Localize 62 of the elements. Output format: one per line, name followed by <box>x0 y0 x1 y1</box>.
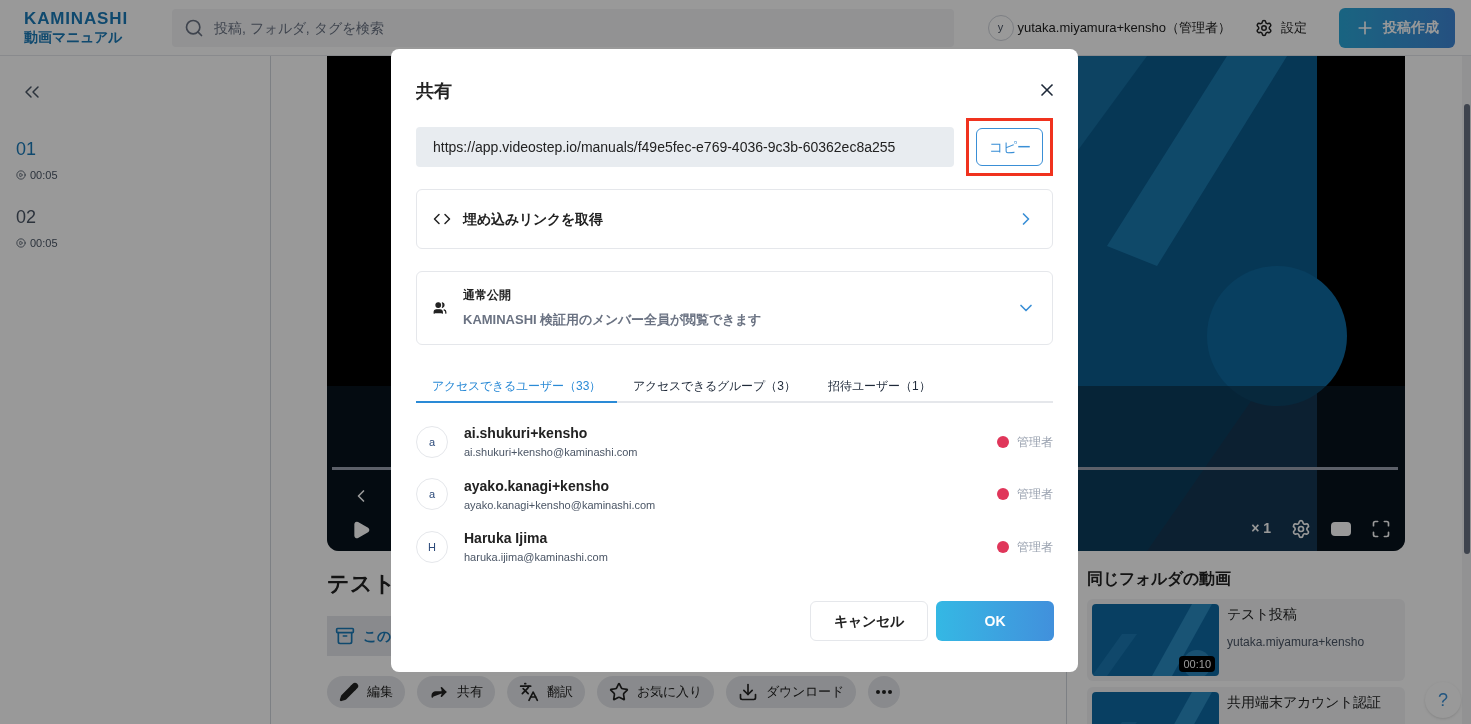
translate-icon <box>519 682 539 702</box>
create-post-button[interactable]: 投稿作成 <box>1339 7 1455 48</box>
visibility-description: KAMINASHI 検証用のメンバー全員が閲覧できます <box>463 311 763 330</box>
user-role: 管理者 <box>1017 433 1053 451</box>
play-icon <box>16 237 26 248</box>
tab[interactable]: アクセスできるユーザー（33） <box>416 370 618 403</box>
user-role: 管理者 <box>1017 538 1053 556</box>
chapter-duration: 00:05 <box>30 168 58 183</box>
playback-speed[interactable]: × 1 <box>1251 518 1271 539</box>
folder-icon <box>335 626 355 646</box>
brand-logo: KAMINASHI <box>24 8 129 30</box>
video-card[interactable]: 共用端末アカウント認証 <box>1087 687 1405 724</box>
settings-icon <box>1255 18 1273 37</box>
settings-icon[interactable] <box>1291 518 1311 539</box>
download-icon <box>738 682 758 702</box>
people-icon <box>433 301 447 315</box>
post-title: テスト <box>327 570 397 598</box>
play-icon[interactable] <box>351 520 371 540</box>
tab[interactable]: アクセスできるグループ（3） <box>617 370 813 403</box>
user-email: ayako.kanagi+kensho@kaminashi.com <box>464 497 657 513</box>
user-name: ayako.kanagi+kensho <box>464 476 611 496</box>
action-button[interactable] <box>868 676 900 708</box>
chapter-item[interactable]: 02 00:05 <box>16 203 254 251</box>
user-email: ai.shukuri+kensho@kaminashi.com <box>464 445 639 460</box>
search-field[interactable]: 投稿, フォルダ, タグを検索 <box>172 8 954 47</box>
visibility-card[interactable]: 通常公開 KAMINASHI 検証用のメンバー全員が閲覧できます <box>416 271 1053 345</box>
scrollbar[interactable] <box>1463 104 1470 554</box>
user-name: Haruka Ijima <box>464 529 549 548</box>
chapter-number: 02 <box>16 205 38 229</box>
search-icon <box>184 17 204 38</box>
fullscreen-icon[interactable] <box>1371 518 1391 539</box>
section-heading: 同じフォルダの動画 <box>1087 569 1232 589</box>
video-title: テスト投稿 <box>1227 605 1298 624</box>
chapter-number: 01 <box>16 138 38 161</box>
pencil-icon <box>339 682 359 702</box>
help-button[interactable]: ? <box>1425 682 1461 718</box>
action-button[interactable]: ダウンロード <box>726 676 856 708</box>
action-button[interactable]: 共有 <box>417 676 495 708</box>
more-icon <box>876 690 892 694</box>
action-button[interactable]: 編集 <box>327 676 405 708</box>
embed-link-row[interactable]: 埋め込みリンクを取得 <box>416 189 1053 249</box>
url-field[interactable]: https://app.videostep.io/manuals/f49e5fec-e769-4036-9c3b-60362ec8a255 <box>416 127 954 167</box>
chapter-item[interactable]: 01 00:05 <box>16 136 254 184</box>
user-name: ai.shukuri+kensho <box>464 424 589 443</box>
user-email: haruka.ijima@kaminashi.com <box>464 550 609 565</box>
chapter-duration: 00:05 <box>30 235 58 251</box>
video-author: yutaka.miyamura+kensho <box>1227 634 1365 651</box>
tab[interactable]: 招待ユーザー（1） <box>812 370 947 403</box>
cancel-button[interactable]: キャンセル <box>810 601 928 641</box>
play-icon <box>16 170 26 181</box>
action-button[interactable]: 翻訳 <box>507 676 585 708</box>
star-icon <box>609 682 629 702</box>
action-button[interactable]: お気に入り <box>597 676 714 708</box>
product-name: 動画マニュアル <box>24 29 123 47</box>
user-name[interactable]: yutaka.miyamura+kensho（管理者） <box>1017 17 1231 38</box>
video-card[interactable]: 00:10 テスト投稿 yutaka.miyamura+kensho <box>1087 599 1405 681</box>
visibility-title: 通常公開 <box>463 287 512 305</box>
settings-button[interactable]: 設定 <box>1255 17 1307 38</box>
video-title: 共用端末アカウント認証 <box>1227 693 1381 712</box>
dialog-title: 共有 <box>416 80 452 103</box>
user-role: 管理者 <box>1017 486 1053 504</box>
copy-button[interactable]: コピー <box>976 128 1043 166</box>
